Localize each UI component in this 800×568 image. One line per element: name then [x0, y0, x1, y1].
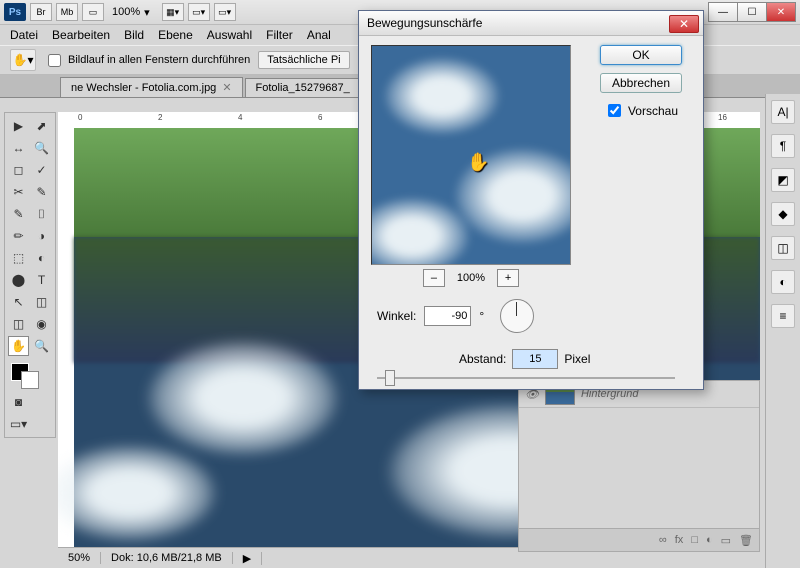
- doc-size[interactable]: Dok: 10,6 MB/21,8 MB: [101, 552, 233, 564]
- maximize-button[interactable]: ☐: [737, 2, 767, 22]
- scroll-all-checkbox[interactable]: Bildlauf in allen Fenstern durchführen: [44, 51, 250, 70]
- gradient-tool[interactable]: ◑: [31, 226, 52, 246]
- panel-icon[interactable]: ≡: [771, 304, 795, 328]
- actual-pixels-button[interactable]: Tatsächliche Pi: [258, 51, 349, 69]
- menu-image[interactable]: Bild: [124, 28, 144, 42]
- zoom-in-button[interactable]: +: [497, 269, 519, 287]
- close-icon[interactable]: ✕: [222, 81, 231, 94]
- application-window: Ps Br Mb ▭ 100% ▾ ▦▾ ▭▾ ▭▾ — ☐ ✕ Datei B…: [0, 0, 800, 568]
- zoom-percent[interactable]: 50%: [58, 552, 101, 564]
- zoom-readout[interactable]: 100% ▾: [112, 6, 150, 19]
- camera-tool[interactable]: ◉: [31, 314, 52, 334]
- angle-label: Winkel:: [377, 309, 416, 323]
- dialog-close-button[interactable]: ✕: [669, 15, 699, 33]
- toolbox: ▶⬈ ↔🔍 ◻✓ ✂✎ ✎⌷ ✏◑ ⬚◐ ⬤T ↖◫ ◫◉ ✋🔍 ◙ ▭▾: [4, 112, 56, 438]
- crop-tool[interactable]: ◻: [8, 160, 29, 180]
- history-brush-tool[interactable]: ⌷: [31, 204, 52, 224]
- screenmode-button[interactable]: ▭▾: [8, 414, 29, 434]
- distance-unit: Pixel: [564, 352, 590, 366]
- menu-file[interactable]: Datei: [10, 28, 38, 42]
- right-panel-strip: A| ¶ ◩ ◆ ◫ ◐ ≡: [765, 94, 800, 568]
- angle-dial[interactable]: [500, 299, 534, 333]
- stamp-tool[interactable]: ✎: [8, 204, 29, 224]
- heal-tool[interactable]: ✂: [8, 182, 29, 202]
- zoom-out-button[interactable]: –: [423, 269, 445, 287]
- background-color[interactable]: [21, 371, 39, 389]
- ps-logo: Ps: [4, 3, 26, 21]
- 3d-tool[interactable]: ◫: [8, 314, 29, 334]
- mb-button[interactable]: Mb: [56, 3, 78, 21]
- shape-tool[interactable]: ◫: [31, 292, 52, 312]
- layers-footer: ∞ fx □ ◐ ▭ 🗑: [519, 528, 759, 551]
- lasso-tool[interactable]: ↔: [8, 138, 29, 158]
- preview-zoom-value: 100%: [457, 272, 485, 284]
- close-button[interactable]: ✕: [766, 2, 796, 22]
- trash-icon[interactable]: 🗑: [739, 534, 753, 547]
- panel-icon[interactable]: ◩: [771, 168, 795, 192]
- more-button[interactable]: ▭▾: [214, 3, 236, 21]
- current-tool-icon[interactable]: ✋▾: [10, 49, 36, 71]
- motion-blur-dialog: Bewegungsunschärfe ✕ ✋ – 100% + OK Abbre…: [358, 10, 704, 390]
- dialog-preview[interactable]: ✋: [371, 45, 571, 265]
- adjust-icon[interactable]: ◐: [706, 534, 713, 546]
- bridge-button[interactable]: Br: [30, 3, 52, 21]
- menu-analysis[interactable]: Anal: [307, 28, 331, 42]
- panel-icon[interactable]: ◫: [771, 236, 795, 260]
- mask-icon[interactable]: □: [691, 534, 698, 546]
- panel-icon[interactable]: ◐: [771, 270, 795, 294]
- statusbar-arrow-icon[interactable]: ▶: [233, 552, 262, 565]
- layers-panel: 👁Hintergrund ∞ fx □ ◐ ▭ 🗑: [518, 380, 760, 552]
- angle-input[interactable]: [424, 306, 471, 326]
- wand-tool[interactable]: 🔍: [31, 138, 52, 158]
- menu-select[interactable]: Auswahl: [207, 28, 252, 42]
- pen-tool[interactable]: ⬤: [8, 270, 29, 290]
- panel-icon[interactable]: ◆: [771, 202, 795, 226]
- quickmask-button[interactable]: ◙: [8, 392, 29, 412]
- panel-icon[interactable]: ¶: [771, 134, 795, 158]
- dialog-title[interactable]: Bewegungsunschärfe ✕: [359, 11, 703, 36]
- preview-checkbox[interactable]: Vorschau: [604, 101, 678, 120]
- panel-icon[interactable]: A|: [771, 100, 795, 124]
- marquee-tool[interactable]: ⬈: [31, 116, 52, 136]
- cancel-button[interactable]: Abbrechen: [600, 73, 682, 93]
- brush-tool[interactable]: ✎: [31, 182, 52, 202]
- menu-filter[interactable]: Filter: [266, 28, 293, 42]
- dodge-tool[interactable]: ◐: [31, 248, 52, 268]
- zoom-tool[interactable]: 🔍: [31, 336, 52, 356]
- distance-slider[interactable]: [377, 371, 685, 385]
- angle-unit: °: [479, 309, 484, 323]
- blur-tool[interactable]: ⬚: [8, 248, 29, 268]
- menu-edit[interactable]: Bearbeiten: [52, 28, 110, 42]
- ok-button[interactable]: OK: [600, 45, 682, 65]
- distance-label: Abstand:: [459, 352, 506, 366]
- document-tab[interactable]: Fotolia_15279687_: [245, 78, 361, 97]
- menu-layer[interactable]: Ebene: [158, 28, 193, 42]
- hand-cursor-icon: ✋: [467, 152, 489, 173]
- minimize-button[interactable]: —: [708, 2, 738, 22]
- document-tab[interactable]: ne Wechsler - Fotolia.com.jpg✕: [60, 77, 243, 97]
- distance-input[interactable]: [512, 349, 558, 369]
- link-icon[interactable]: ∞: [659, 534, 667, 546]
- path-tool[interactable]: ↖: [8, 292, 29, 312]
- hand-tool[interactable]: ✋: [8, 336, 29, 356]
- new-layer-icon[interactable]: ▭: [721, 534, 731, 547]
- eyedropper-tool[interactable]: ✓: [31, 160, 52, 180]
- screen-mode-button[interactable]: ▭: [82, 3, 104, 21]
- extras-button[interactable]: ▭▾: [188, 3, 210, 21]
- move-tool[interactable]: ▶: [8, 116, 29, 136]
- eraser-tool[interactable]: ✏: [8, 226, 29, 246]
- arrange-button[interactable]: ▦▾: [162, 3, 184, 21]
- fx-icon[interactable]: fx: [675, 534, 684, 546]
- type-tool[interactable]: T: [31, 270, 52, 290]
